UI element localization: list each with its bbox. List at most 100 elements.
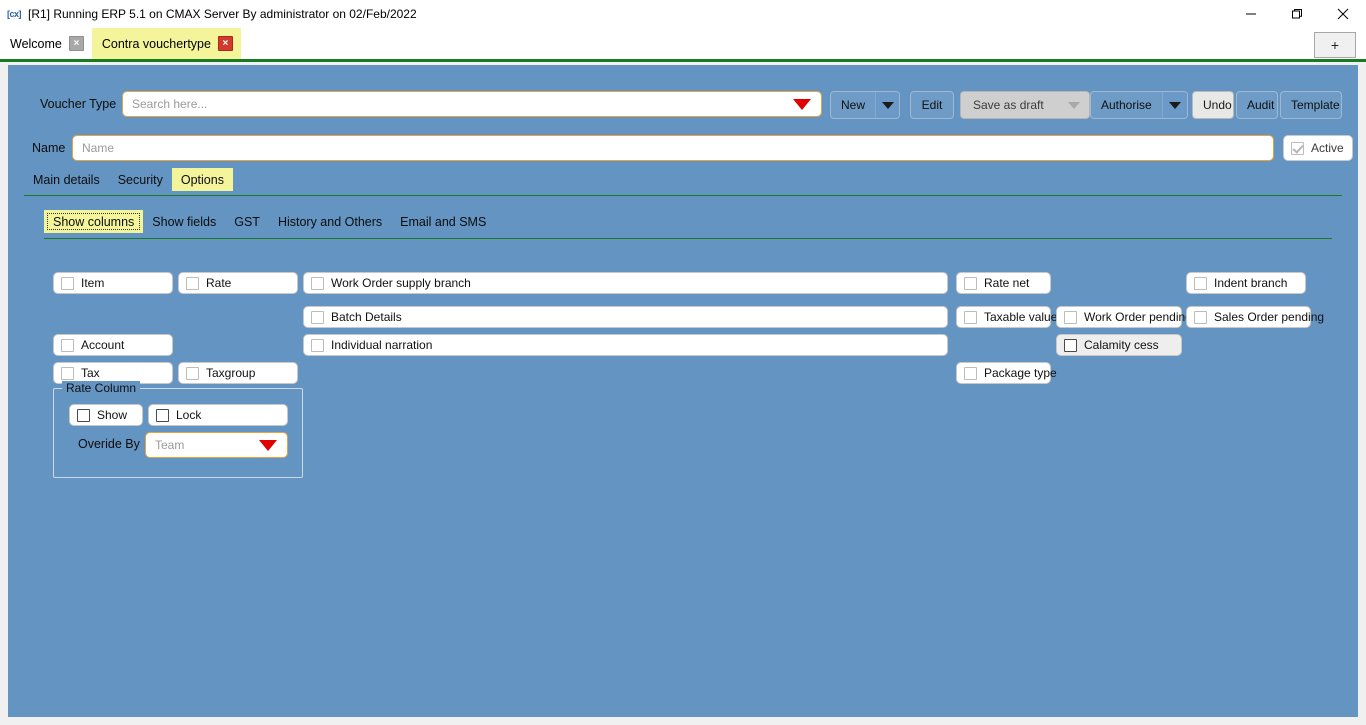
checkbox-icon bbox=[1194, 310, 1207, 324]
checkbox-work-order-pending[interactable]: Work Order pending bbox=[1056, 306, 1192, 328]
checkbox-icon bbox=[964, 310, 977, 324]
checkbox-icon bbox=[186, 276, 199, 290]
save-as-draft-label: Save as draft bbox=[973, 98, 1044, 112]
rate-column-group: Rate Column Show Lock Overide By Team bbox=[53, 381, 303, 478]
template-button-label: Template bbox=[1291, 98, 1340, 112]
new-button-dropdown[interactable] bbox=[875, 92, 899, 118]
checkbox-icon bbox=[964, 366, 977, 380]
audit-button[interactable]: Audit bbox=[1236, 91, 1278, 119]
tab-contra-vouchertype[interactable]: Contra vouchertype × bbox=[91, 28, 241, 59]
checkbox-rate-column-show[interactable]: Show bbox=[69, 404, 143, 426]
save-as-draft-dropdown[interactable] bbox=[1059, 92, 1089, 118]
checkbox-icon bbox=[1194, 276, 1207, 290]
checkbox-indent-branch-label: Indent branch bbox=[1214, 276, 1288, 290]
checkbox-work-order-supply-branch[interactable]: Work Order supply branch bbox=[303, 272, 948, 294]
edit-button[interactable]: Edit bbox=[910, 91, 954, 119]
tab-show-fields[interactable]: Show fields bbox=[143, 210, 225, 233]
checkbox-rate-column-lock[interactable]: Lock bbox=[148, 404, 288, 426]
name-input[interactable]: Name bbox=[73, 141, 1273, 155]
checkbox-icon bbox=[311, 338, 324, 352]
active-checkbox[interactable]: Active bbox=[1283, 135, 1353, 161]
checkbox-icon bbox=[186, 366, 199, 380]
checkbox-icon bbox=[1064, 338, 1077, 352]
checkbox-taxable-value[interactable]: Taxable value bbox=[956, 306, 1057, 328]
tab-contra-vouchertype-close-icon[interactable]: × bbox=[217, 36, 233, 51]
sub-tab-divider bbox=[44, 238, 1332, 239]
authorise-button-dropdown[interactable] bbox=[1161, 92, 1187, 118]
close-icon[interactable] bbox=[1320, 0, 1366, 28]
overide-by-label: Overide By bbox=[78, 437, 140, 451]
edit-button-label: Edit bbox=[921, 98, 943, 112]
new-tab-button[interactable]: + bbox=[1314, 32, 1356, 58]
main-tab-bar: Main details Security Options bbox=[24, 168, 233, 191]
checkbox-icon bbox=[61, 276, 74, 290]
checkbox-work-order-supply-branch-label: Work Order supply branch bbox=[331, 276, 471, 290]
main-panel: Voucher Type Search here... New Edit Sav… bbox=[8, 65, 1358, 717]
tab-options-label: Options bbox=[180, 173, 224, 187]
checkbox-rate-net[interactable]: Rate net bbox=[956, 272, 1051, 294]
checkbox-work-order-pending-label: Work Order pending bbox=[1084, 310, 1192, 324]
minimize-icon[interactable] bbox=[1228, 0, 1274, 28]
sub-tab-bar: Show columns Show fields GST History and… bbox=[44, 210, 495, 233]
name-label: Name bbox=[32, 141, 66, 155]
tab-email-and-sms[interactable]: Email and SMS bbox=[391, 210, 495, 233]
tab-history-and-others[interactable]: History and Others bbox=[269, 210, 391, 233]
checkbox-account[interactable]: Account bbox=[53, 334, 173, 356]
tab-strip: Welcome × Contra vouchertype × + bbox=[0, 28, 1366, 62]
tab-show-columns-label: Show columns bbox=[53, 215, 135, 229]
checkbox-package-type[interactable]: Package type bbox=[956, 362, 1057, 384]
template-button[interactable]: Template bbox=[1280, 91, 1342, 119]
tab-options[interactable]: Options bbox=[171, 168, 233, 191]
app-icon: [cx] bbox=[6, 9, 22, 19]
checkbox-calamity-cess-label: Calamity cess bbox=[1084, 338, 1159, 352]
tab-contra-vouchertype-label: Contra vouchertype bbox=[101, 36, 211, 51]
checkbox-calamity-cess[interactable]: Calamity cess bbox=[1056, 334, 1182, 356]
overide-by-input[interactable]: Team bbox=[146, 438, 259, 452]
window-controls bbox=[1228, 0, 1366, 28]
authorise-button-label: Authorise bbox=[1101, 98, 1152, 112]
checkbox-icon bbox=[77, 408, 90, 422]
voucher-type-label: Voucher Type bbox=[40, 97, 117, 111]
checkbox-indent-branch[interactable]: Indent branch bbox=[1186, 272, 1306, 294]
authorise-button[interactable]: Authorise bbox=[1090, 91, 1188, 119]
checkbox-individual-narration-label: Individual narration bbox=[331, 338, 433, 352]
active-checkbox-label: Active bbox=[1311, 141, 1344, 155]
window-title: [R1] Running ERP 5.1 on CMAX Server By a… bbox=[28, 7, 417, 21]
checkbox-batch-details[interactable]: Batch Details bbox=[303, 306, 948, 328]
checkbox-icon bbox=[61, 366, 74, 380]
save-as-draft-button[interactable]: Save as draft bbox=[960, 91, 1090, 119]
tab-main-details[interactable]: Main details bbox=[24, 168, 109, 191]
tab-gst[interactable]: GST bbox=[225, 210, 269, 233]
rate-column-group-title: Rate Column bbox=[62, 381, 141, 395]
voucher-type-field[interactable]: Search here... bbox=[122, 91, 822, 117]
tab-show-fields-label: Show fields bbox=[152, 215, 217, 229]
checkbox-taxgroup-label: Taxgroup bbox=[206, 366, 256, 380]
tab-show-columns[interactable]: Show columns bbox=[44, 210, 144, 233]
chevron-down-icon[interactable] bbox=[259, 439, 277, 451]
voucher-type-input[interactable]: Search here... bbox=[123, 97, 793, 111]
undo-button[interactable]: Undo bbox=[1192, 91, 1234, 119]
new-button[interactable]: New bbox=[830, 91, 900, 119]
checkbox-rate-net-label: Rate net bbox=[984, 276, 1030, 290]
window-titlebar: [cx] [R1] Running ERP 5.1 on CMAX Server… bbox=[0, 0, 1366, 28]
tab-security[interactable]: Security bbox=[109, 168, 172, 191]
checkbox-rate[interactable]: Rate bbox=[178, 272, 298, 294]
tab-welcome[interactable]: Welcome × bbox=[0, 28, 92, 59]
checkbox-package-type-label: Package type bbox=[984, 366, 1057, 380]
checkbox-icon bbox=[311, 310, 324, 324]
tab-main-details-label: Main details bbox=[33, 173, 100, 187]
audit-button-label: Audit bbox=[1247, 98, 1275, 112]
tab-history-and-others-label: History and Others bbox=[277, 215, 383, 229]
overide-by-field[interactable]: Team bbox=[145, 432, 288, 458]
tab-welcome-label: Welcome bbox=[10, 36, 62, 51]
chevron-down-icon[interactable] bbox=[793, 98, 811, 110]
checkbox-item[interactable]: Item bbox=[53, 272, 173, 294]
checkbox-taxgroup[interactable]: Taxgroup bbox=[178, 362, 298, 384]
tab-welcome-close-icon[interactable]: × bbox=[68, 36, 84, 51]
checkbox-rate-label: Rate bbox=[206, 276, 232, 290]
checkbox-rate-column-lock-label: Lock bbox=[176, 408, 202, 422]
checkbox-sales-order-pending[interactable]: Sales Order pending bbox=[1186, 306, 1324, 328]
name-field[interactable]: Name bbox=[72, 135, 1274, 161]
checkbox-individual-narration[interactable]: Individual narration bbox=[303, 334, 948, 356]
maximize-icon[interactable] bbox=[1274, 0, 1320, 28]
